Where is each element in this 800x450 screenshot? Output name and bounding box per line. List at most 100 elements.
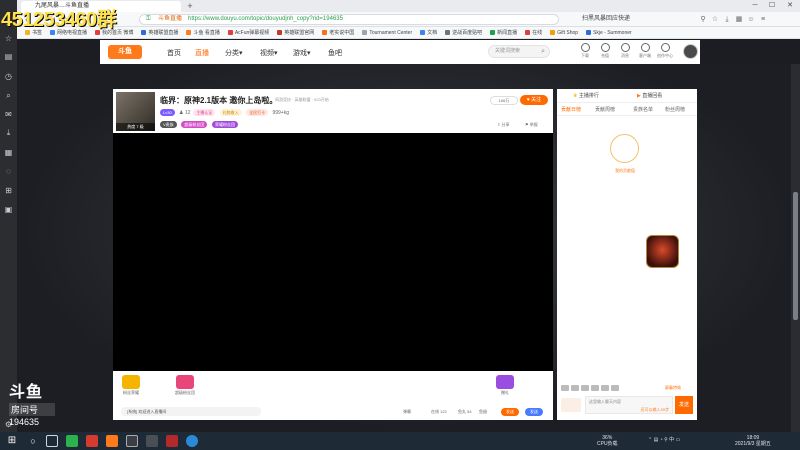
gift-item[interactable]: 赠礼 <box>493 375 517 396</box>
creator-icon[interactable]: 创作中心 <box>655 43 675 59</box>
fan-badge-icon[interactable] <box>581 385 589 391</box>
download-icon[interactable]: ⤓ <box>4 128 13 137</box>
app-icon-3[interactable] <box>166 435 178 447</box>
game-icon[interactable]: ▦ <box>4 148 13 157</box>
bookmark-favicon-icon <box>141 30 147 35</box>
mail-icon[interactable]: ✉ <box>4 110 13 119</box>
scrollbar-thumb[interactable] <box>793 192 798 320</box>
book-icon[interactable]: ▤ <box>4 52 13 61</box>
send-yuwan-button[interactable]: 发送 <box>501 408 519 416</box>
bookmark-item[interactable]: 英雄联盟官网 <box>277 27 314 38</box>
download-app-icon[interactable]: 下载 <box>575 43 595 59</box>
gift-item[interactable]: 超级粉丝团 <box>173 375 197 396</box>
browser-taskbar-icon[interactable] <box>106 435 118 447</box>
search-icon[interactable]: ⌕ <box>541 46 545 57</box>
barrage-style-icon[interactable] <box>571 385 579 391</box>
fans-count: 12 <box>184 110 191 116</box>
tab-weekly-rank[interactable]: 贡献周榜 <box>595 104 615 116</box>
close-button[interactable]: ✕ <box>783 0 797 12</box>
user-icon[interactable]: ☺ <box>745 14 757 25</box>
recharge-icon[interactable]: 充值 <box>595 43 615 59</box>
download-toolbar-icon[interactable]: ⤓ <box>721 14 733 25</box>
clock[interactable]: 18:09 2021/9/3 星期五 <box>735 435 771 447</box>
hot-search[interactable]: 扫黑风暴回应快递 <box>582 14 630 25</box>
grid-icon[interactable]: ▦ <box>733 14 745 25</box>
bookmark-item[interactable]: 新闻直播 <box>490 27 517 38</box>
site-search-input[interactable]: 关键词搜索 ⌕ <box>488 45 550 58</box>
site-logo[interactable]: 斗鱼 <box>108 45 142 59</box>
bookmark-icon[interactable]: ☆ <box>709 14 721 25</box>
minimize-button[interactable]: ─ <box>748 0 762 12</box>
extension-icon[interactable]: ⚲ <box>697 14 709 25</box>
message-icon[interactable]: 消息 <box>615 43 635 59</box>
edge-icon[interactable] <box>186 435 198 447</box>
wps-icon[interactable] <box>86 435 98 447</box>
nav-category[interactable]: 分类▾ <box>225 48 243 58</box>
more-icon[interactable] <box>611 385 619 391</box>
image-icon[interactable] <box>601 385 609 391</box>
send-yuchi-button[interactable]: 发送 <box>525 408 543 416</box>
share-button[interactable]: ⇪ 分享 <box>497 122 509 128</box>
report-button[interactable]: ⚑ 举报 <box>525 122 538 128</box>
video-player[interactable] <box>113 133 553 371</box>
url-input[interactable]: ⚿ 斗鱼直播 https://www.douyu.com/topic/douyud… <box>139 14 559 25</box>
chat-send-button[interactable]: 发送 <box>675 396 693 414</box>
task-view-icon[interactable] <box>46 435 58 447</box>
emoji-icon[interactable] <box>561 385 569 391</box>
bookmark-item[interactable]: 文档 <box>420 27 437 38</box>
room-category[interactable]: 网游竞技 · 英雄联盟 · 523开始 <box>275 97 329 103</box>
app-icon-1[interactable] <box>126 435 138 447</box>
history-icon[interactable]: ◷ <box>4 72 13 81</box>
replay-link[interactable]: ▶ 直播回看 <box>637 89 662 103</box>
tab-daily-rank[interactable]: 贡献日榜 <box>561 104 581 116</box>
search-taskbar-icon[interactable]: ○ <box>27 435 39 447</box>
watermark-room-number: 194635 <box>9 417 40 427</box>
chat-input[interactable]: 这里输入聊天内容 还可以输入30字 <box>585 396 673 414</box>
bookmark-item[interactable]: 老实说中国 <box>322 27 354 38</box>
maximize-button[interactable]: ☐ <box>765 0 779 12</box>
anchor-rank-link[interactable]: ♛ 主播排行 <box>573 89 599 103</box>
chat-badge-icon[interactable] <box>561 398 581 412</box>
vip-pill[interactable]: V贵族 <box>160 121 177 128</box>
page-scrollbar[interactable] <box>791 64 800 432</box>
barrage-stat[interactable]: 弹幕 <box>403 409 411 415</box>
star-icon[interactable]: ☆ <box>4 34 13 43</box>
bookmark-item[interactable]: AcFun弹幕视频 <box>227 27 269 38</box>
super-fan-pill[interactable]: 超级粉丝团 <box>181 121 208 128</box>
cpu-monitor[interactable]: 36% CPU负载 <box>597 435 618 447</box>
tab-fan-weekly[interactable]: 粉丝周榜 <box>665 104 685 116</box>
nav-video[interactable]: 视频▾ <box>260 48 278 58</box>
client-icon[interactable]: 客户端 <box>635 43 655 59</box>
bookmark-item[interactable]: 在线 <box>525 27 542 38</box>
glory-fan-pill[interactable]: 荣耀粉丝团 <box>212 121 239 128</box>
wechat-icon[interactable] <box>66 435 78 447</box>
follow-button[interactable]: ♥ 关注 <box>520 95 548 105</box>
cart-icon[interactable]: ⊞ <box>4 186 13 195</box>
menu-icon[interactable]: ≡ <box>757 14 769 25</box>
bookmark-item[interactable]: Gift Shop <box>550 27 578 38</box>
taskbar: ⊞ ○ 36% CPU负载 ⌃ ▤ ◔ ⚲ 中 ▭ 18:09 2021/9/3 星… <box>0 432 800 450</box>
bookmark-item[interactable]: 逆战百度贴吧 <box>445 27 482 38</box>
note-icon[interactable]: ▣ <box>4 205 13 214</box>
bookmark-item[interactable]: 英雄联盟直播 <box>141 27 178 38</box>
bookmark-item[interactable]: Tournament Center <box>362 27 412 38</box>
bookmark-item[interactable]: Skje - Summoner <box>586 27 632 38</box>
user-avatar[interactable] <box>683 44 698 59</box>
bookmark-item[interactable]: 斗鱼 看直播 <box>186 27 220 38</box>
search-icon[interactable]: ⌕ <box>4 91 13 100</box>
windows-start-icon[interactable]: ⊞ <box>6 435 18 447</box>
gift-icon[interactable] <box>591 385 599 391</box>
nav-games[interactable]: 游戏▾ <box>293 48 311 58</box>
nav-home[interactable]: 首页 <box>167 48 181 58</box>
nav-live[interactable]: 直播 <box>195 48 209 58</box>
gift-item[interactable]: 粉丝荣耀 <box>119 375 143 396</box>
new-tab-button[interactable]: + <box>185 1 195 11</box>
tray-icons[interactable]: ⌃ ▤ ◔ ⚲ 中 ▭ <box>648 437 680 443</box>
block-effects-toggle[interactable]: 屏蔽特效 <box>665 385 681 391</box>
bookmark-label: Skje - Summoner <box>593 30 632 36</box>
game-promo-badge[interactable] <box>646 235 679 268</box>
chat-icon[interactable]: ◌ <box>4 167 13 176</box>
nav-yuba[interactable]: 鱼吧 <box>328 48 342 58</box>
tab-noble-list[interactable]: 贵族名单 <box>633 104 653 116</box>
app-icon-2[interactable] <box>146 435 158 447</box>
